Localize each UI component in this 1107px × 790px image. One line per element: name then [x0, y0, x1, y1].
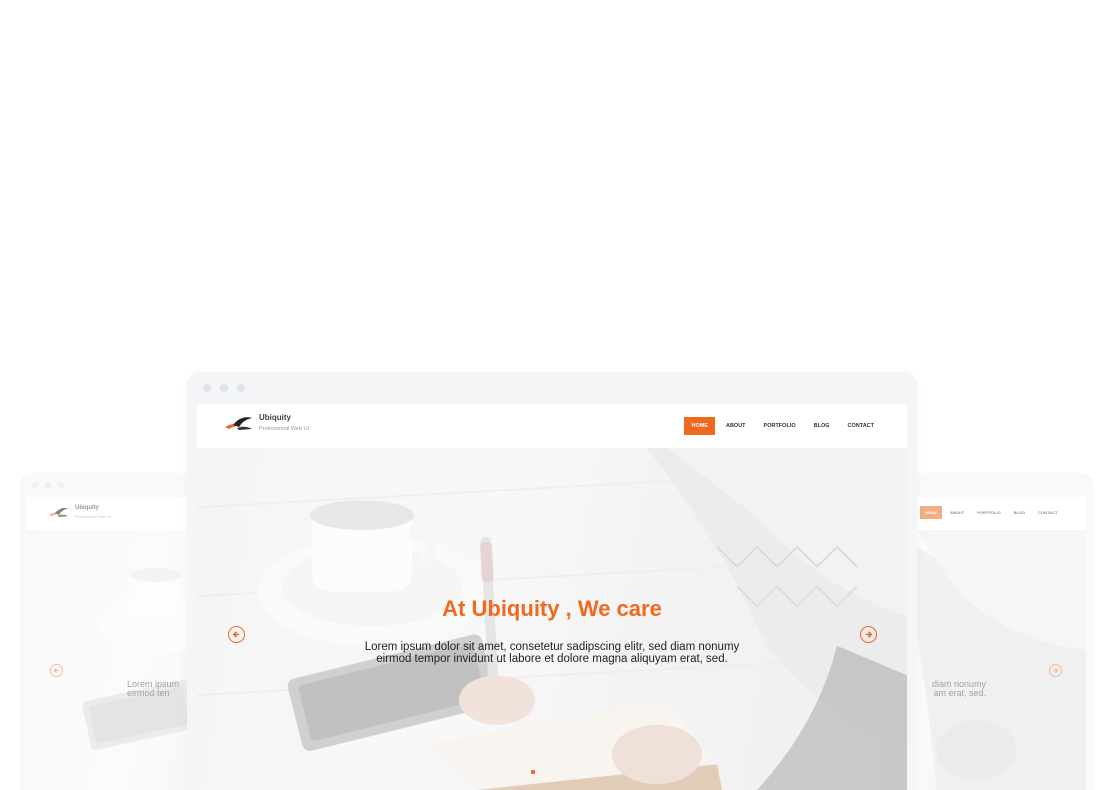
hero-title: At Ubiquity , We care [442, 596, 662, 621]
window-dot [45, 482, 51, 488]
window-dots [32, 482, 64, 488]
main-viewport: Ubiquity Professional Web UI HOME ABOUT … [197, 404, 907, 790]
main-browser-window: Ubiquity Professional Web UI HOME ABOUT … [187, 372, 917, 790]
nav-blog[interactable]: BLOG [807, 417, 837, 435]
site-header: Ubiquity Professional Web UI HOME ABOUT … [197, 404, 907, 449]
arrow-left-icon [232, 631, 240, 638]
main-nav: HOME ABOUT PORTFOLIO BLOG CONTACT [680, 417, 881, 435]
hero-text-line: Lorem ipsum dolor sit amet, consetetur s… [364, 641, 740, 653]
logo-icon [225, 415, 253, 431]
nav-about[interactable]: ABOUT [719, 417, 753, 435]
brand[interactable]: Ubiquity Professional Web UI [225, 414, 309, 433]
window-dot [203, 384, 211, 392]
nav-contact[interactable]: CONTACT [841, 417, 881, 435]
slider-next-button[interactable] [860, 626, 877, 643]
brand-tagline: Professional Web UI [75, 514, 112, 519]
hero-text: Lorem ipsum dolor sit amet, consetetur s… [317, 641, 787, 665]
nav-about[interactable]: ABOUT [945, 506, 969, 519]
window-dot [220, 384, 228, 392]
nav-portfolio[interactable]: PORTFOLIO [757, 417, 803, 435]
slider-next-button[interactable] [1049, 664, 1062, 677]
arrow-left-icon [53, 667, 59, 674]
window-dot [58, 482, 64, 488]
nav-portfolio[interactable]: PORTFOLIO [972, 506, 1005, 519]
slide-indicator[interactable] [531, 770, 535, 774]
nav-home[interactable]: HOME [920, 506, 942, 519]
brand-name: Ubiquity [259, 413, 291, 422]
brand[interactable]: Ubiquity Professional Web UI [49, 505, 111, 519]
hero-slider: At Ubiquity , We care Lorem ipsum dolor … [197, 448, 907, 790]
window-dot [32, 482, 38, 488]
brand-name: Ubiquity [75, 505, 99, 511]
hero-text-line: eirmod tempor invidunt ut labore et dolo… [376, 653, 728, 665]
nav-home[interactable]: HOME [684, 417, 715, 435]
window-dots [203, 384, 245, 392]
arrow-right-icon [1053, 667, 1059, 674]
slider-prev-button[interactable] [228, 626, 245, 643]
main-nav: HOME ABOUT PORTFOLIO BLOG CONTACT [917, 506, 1062, 519]
brand-tagline: Professional Web UI [259, 426, 310, 432]
slider-prev-button[interactable] [50, 664, 63, 677]
logo-icon [49, 506, 69, 518]
nav-contact[interactable]: CONTACT [1033, 506, 1062, 519]
nav-blog[interactable]: BLOG [1009, 506, 1031, 519]
window-dot [237, 384, 245, 392]
arrow-right-icon [865, 631, 873, 638]
